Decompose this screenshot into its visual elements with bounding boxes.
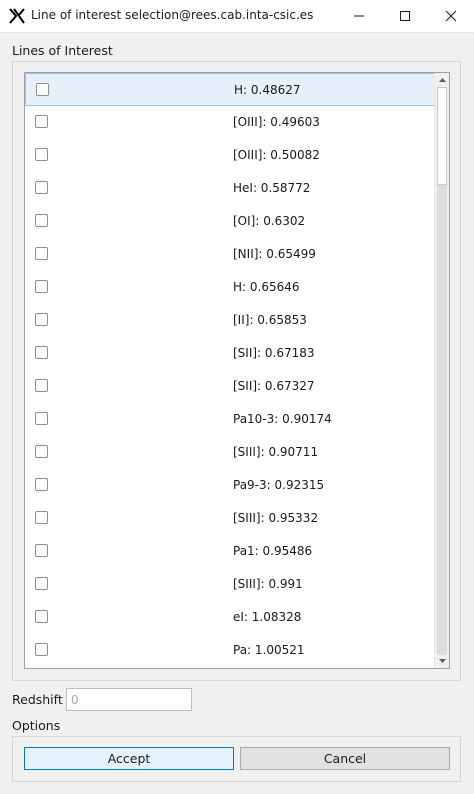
- lines-of-interest-label: Lines of Interest: [12, 43, 113, 58]
- line-label: [II]: 0.65853: [233, 313, 307, 327]
- chevron-up-icon: [439, 78, 446, 82]
- line-checkbox[interactable]: [35, 445, 48, 458]
- line-checkbox[interactable]: [35, 181, 48, 194]
- close-icon: [445, 10, 457, 22]
- line-label: [SII]: 0.67183: [233, 346, 315, 360]
- window-title: Line of interest selection@rees.cab.inta…: [31, 8, 314, 22]
- line-checkbox[interactable]: [35, 511, 48, 524]
- line-checkbox[interactable]: [36, 83, 49, 96]
- line-checkbox[interactable]: [35, 379, 48, 392]
- list-item[interactable]: H: 0.65646: [25, 271, 435, 304]
- list-item[interactable]: [OI]: 0.6302: [25, 205, 435, 238]
- scroll-up-button[interactable]: [435, 73, 450, 87]
- redshift-label: Redshift: [12, 692, 63, 707]
- scroll-down-button[interactable]: [435, 654, 450, 668]
- line-label: eI: 1.08328: [233, 610, 302, 624]
- minimize-button[interactable]: [336, 0, 382, 32]
- list-item[interactable]: [OIII]: 0.50082: [25, 139, 435, 172]
- line-label: [OI]: 0.6302: [233, 214, 306, 228]
- line-checkbox[interactable]: [35, 280, 48, 293]
- list-item[interactable]: [SII]: 0.67183: [25, 337, 435, 370]
- line-checkbox[interactable]: [35, 148, 48, 161]
- minimize-icon: [354, 15, 364, 17]
- list-item[interactable]: [OIII]: 0.49603: [25, 106, 435, 139]
- line-label: H: 0.48627: [234, 83, 301, 97]
- line-label: [SII]: 0.67327: [233, 379, 315, 393]
- line-label: [SIII]: 0.991: [233, 577, 303, 591]
- line-label: Pa9-3: 0.92315: [233, 478, 325, 492]
- line-checkbox[interactable]: [35, 544, 48, 557]
- list-item[interactable]: Pa9-3: 0.92315: [25, 469, 435, 502]
- line-label: [SIII]: 0.90711: [233, 445, 319, 459]
- list-scrollbar[interactable]: [434, 73, 449, 668]
- line-checkbox[interactable]: [35, 610, 48, 623]
- list-item[interactable]: Pa1: 0.95486: [25, 535, 435, 568]
- list-item[interactable]: [II]: 0.65853: [25, 304, 435, 337]
- line-label: Pa10-3: 0.90174: [233, 412, 332, 426]
- options-label: Options: [12, 718, 61, 733]
- line-label: Pa: 1.00521: [233, 643, 305, 657]
- line-label: [SIII]: 0.95332: [233, 511, 319, 525]
- list-item[interactable]: [NII]: 0.65499: [25, 238, 435, 271]
- chevron-down-icon: [439, 659, 446, 663]
- line-label: Pa1: 0.95486: [233, 544, 313, 558]
- line-label: [OIII]: 0.50082: [233, 148, 320, 162]
- line-checkbox[interactable]: [35, 346, 48, 359]
- list-item[interactable]: [SII]: 0.67327: [25, 370, 435, 403]
- accept-button[interactable]: Accept: [24, 747, 234, 770]
- line-label: [NII]: 0.65499: [233, 247, 316, 261]
- lines-list[interactable]: H: 0.48627 [OIII]: 0.49603 [OIII]: 0.50082…: [24, 72, 450, 669]
- close-button[interactable]: [428, 0, 474, 32]
- list-item[interactable]: eI: 1.08328: [25, 601, 435, 634]
- scroll-track[interactable]: [437, 185, 447, 655]
- x-logo-icon: [9, 8, 25, 24]
- title-bar: Line of interest selection@rees.cab.inta…: [0, 0, 474, 33]
- list-item[interactable]: HeI: 0.58772: [25, 172, 435, 205]
- line-label: [OIII]: 0.49603: [233, 115, 320, 129]
- scroll-thumb[interactable]: [437, 87, 447, 185]
- list-item[interactable]: H: 0.48627: [25, 73, 435, 106]
- line-checkbox[interactable]: [35, 115, 48, 128]
- line-checkbox[interactable]: [35, 643, 48, 656]
- line-checkbox[interactable]: [35, 214, 48, 227]
- line-checkbox[interactable]: [35, 313, 48, 326]
- line-checkbox[interactable]: [35, 478, 48, 491]
- line-label: HeI: 0.58772: [233, 181, 311, 195]
- list-item[interactable]: [SIII]: 0.90711: [25, 436, 435, 469]
- cancel-button[interactable]: Cancel: [240, 747, 450, 770]
- list-item[interactable]: Pa10-3: 0.90174: [25, 403, 435, 436]
- maximize-icon: [400, 11, 410, 21]
- list-item[interactable]: [SIII]: 0.991: [25, 568, 435, 601]
- line-checkbox[interactable]: [35, 247, 48, 260]
- list-item[interactable]: [SIII]: 0.95332: [25, 502, 435, 535]
- maximize-button[interactable]: [382, 0, 428, 32]
- list-item[interactable]: Pa: 1.00521: [25, 634, 435, 667]
- line-checkbox[interactable]: [35, 412, 48, 425]
- line-label: H: 0.65646: [233, 280, 300, 294]
- line-checkbox[interactable]: [35, 577, 48, 590]
- redshift-input[interactable]: [66, 688, 192, 711]
